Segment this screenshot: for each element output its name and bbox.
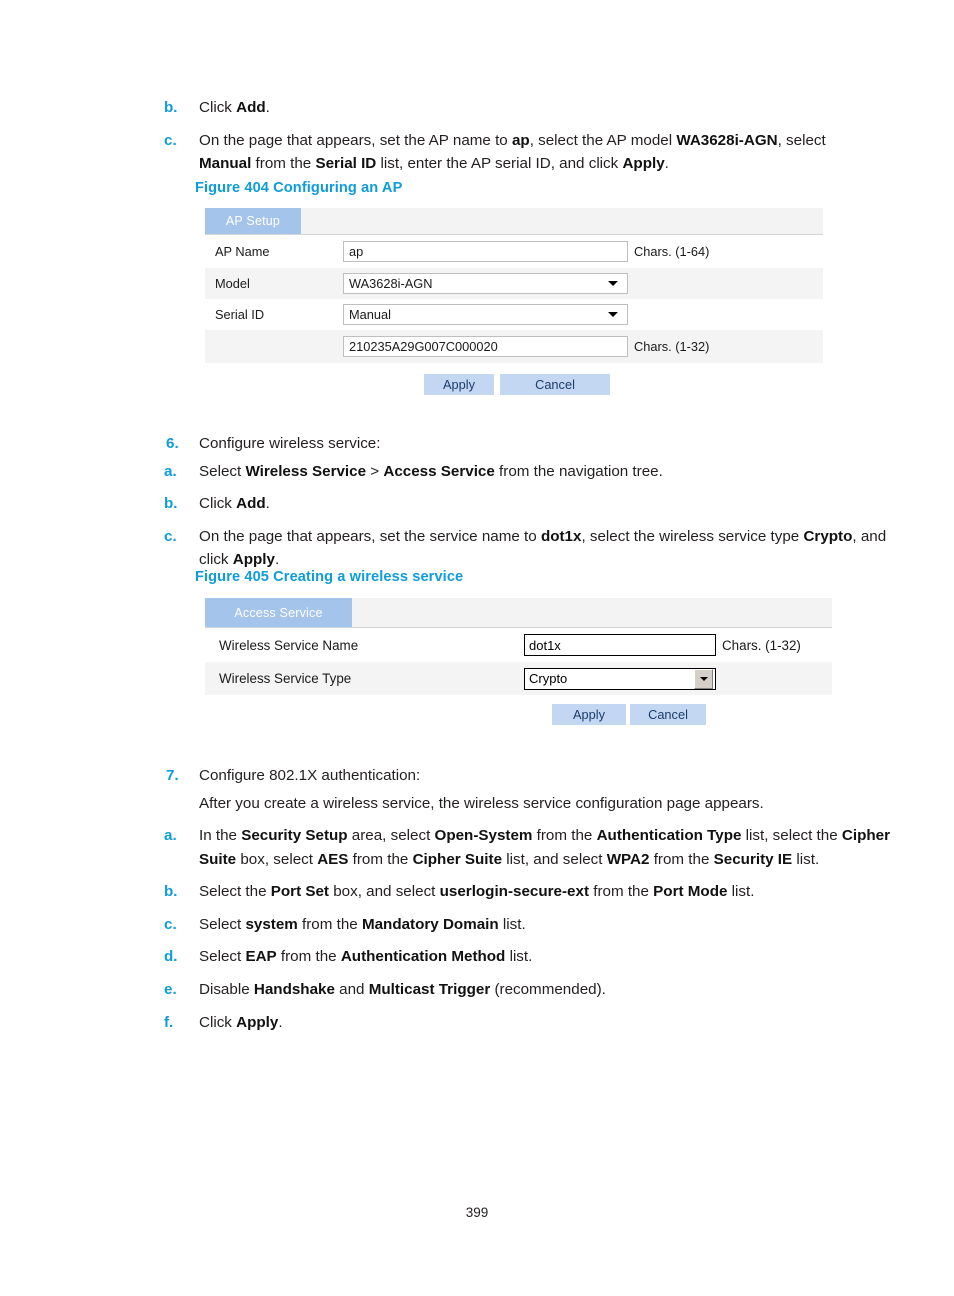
form-row-serial-id: Serial ID Manual (205, 299, 823, 330)
serial-id-select[interactable]: Manual (343, 304, 628, 325)
step-6-block: 6. Configure wireless service: a. Select… (152, 432, 892, 581)
list-text: Select system from the Mandatory Domain … (199, 915, 526, 933)
tab-ap-setup[interactable]: AP Setup (205, 208, 301, 234)
wireless-service-type-select[interactable]: Crypto (524, 667, 716, 690)
label-serial-id: Serial ID (215, 307, 265, 322)
form-row-ap-name: AP Name ap Chars. (1-64) (205, 235, 823, 268)
list-item: f. Click Apply. (152, 1011, 894, 1035)
list-text: On the page that appears, set the AP nam… (199, 131, 826, 173)
label-ap-name: AP Name (215, 244, 270, 259)
label-model: Model (215, 276, 250, 291)
list-item: c. On the page that appears, set the ser… (152, 525, 892, 572)
chevron-down-icon (608, 312, 618, 317)
figure-405-screenshot: Access Service Wireless Service Name dot… (205, 598, 832, 729)
apply-button[interactable]: Apply (424, 373, 494, 395)
figure-404-screenshot: AP Setup AP Name ap Chars. (1-64) Model … (205, 208, 823, 399)
list-text: Select the Port Set box, and select user… (199, 883, 755, 901)
dropdown-button[interactable] (694, 668, 713, 689)
tab-access-service[interactable]: Access Service (205, 598, 352, 627)
label-wireless-service-name: Wireless Service Name (219, 637, 359, 653)
list-text: Click Add. (199, 99, 270, 116)
list-marker: e. (164, 980, 177, 998)
model-select[interactable]: WA3628i-AGN (343, 273, 628, 294)
tabbar-filler (301, 208, 823, 234)
list-item: e. Disable Handshake and Multicast Trigg… (152, 978, 894, 1002)
step-7-intro: After you create a wireless service, the… (199, 794, 764, 812)
step-6: 6. Configure wireless service: (152, 432, 892, 456)
list-text: Disable Handshake and Multicast Trigger … (199, 980, 606, 998)
tabbar-filler (352, 598, 832, 627)
step-marker: 6. (166, 435, 179, 452)
serial-id-input[interactable]: 210235A29G007C000020 (343, 336, 628, 357)
figure-405-button-row: Apply Cancel (205, 695, 832, 729)
list-item: b. Click Add. (152, 492, 892, 516)
access-service-tabbar: Access Service (205, 598, 832, 628)
step-text: Configure 802.1X authentication: (199, 767, 421, 784)
lettered-list-a: b. Click Add. c. On the page that appear… (152, 96, 882, 176)
list-item: d. Select EAP from the Authentication Me… (152, 945, 894, 969)
form-row-wireless-service-type: Wireless Service Type Crypto (205, 662, 832, 695)
list-text: Select EAP from the Authentication Metho… (199, 948, 533, 966)
document-page: b. Click Add. c. On the page that appear… (0, 0, 954, 1296)
lettered-list-c: a. In the Security Setup area, select Op… (152, 824, 894, 1034)
lettered-list-b: a. Select Wireless Service > Access Serv… (152, 460, 892, 572)
list-marker: c. (164, 527, 177, 545)
list-marker: d. (164, 948, 178, 966)
model-select-value: WA3628i-AGN (349, 276, 433, 291)
list-marker: a. (164, 827, 177, 845)
figure-404-button-row: Apply Cancel (205, 363, 823, 399)
step-marker: 7. (166, 767, 179, 784)
wireless-service-name-input[interactable]: dot1x (524, 634, 716, 656)
ap-name-hint: Chars. (1-64) (634, 244, 710, 259)
figure-405-caption: Figure 405 Creating a wireless service (195, 569, 464, 585)
cancel-button[interactable]: Cancel (630, 703, 706, 725)
page-number: 399 (465, 1205, 489, 1220)
figure-404-caption: Figure 404 Configuring an AP (195, 180, 403, 196)
step-7: 7. Configure 802.1X authentication: (152, 764, 894, 788)
step-7-block: 7. Configure 802.1X authentication: Afte… (152, 764, 894, 1043)
ap-name-input[interactable]: ap (343, 241, 628, 262)
chevron-down-icon (699, 676, 708, 681)
step-text: Configure wireless service: (199, 435, 381, 452)
list-text: Click Add. (199, 495, 270, 513)
label-wireless-service-type: Wireless Service Type (219, 671, 352, 686)
wireless-service-type-value: Crypto (529, 671, 568, 686)
list-marker: c. (164, 131, 177, 149)
form-row-wireless-service-name: Wireless Service Name dot1x Chars. (1-32… (205, 628, 832, 662)
list-marker: b. (164, 99, 178, 116)
list-text: On the page that appears, set the servic… (199, 527, 887, 569)
list-item: a. In the Security Setup area, select Op… (152, 824, 894, 871)
list-marker: f. (164, 1013, 174, 1031)
list-item: b. Click Add. (152, 96, 882, 120)
serial-id-hint: Chars. (1-32) (634, 339, 710, 354)
step-5-continuation-block: b. Click Add. c. On the page that appear… (152, 96, 882, 185)
form-row-model: Model WA3628i-AGN (205, 268, 823, 299)
list-marker: a. (164, 462, 177, 480)
list-marker: b. (164, 495, 178, 513)
list-item: a. Select Wireless Service > Access Serv… (152, 460, 892, 484)
list-text: Click Apply. (199, 1013, 283, 1031)
list-item: c. Select system from the Mandatory Doma… (152, 913, 894, 937)
list-text: Select Wireless Service > Access Service… (199, 462, 663, 480)
list-item: b. Select the Port Set box, and select u… (152, 880, 894, 904)
apply-button[interactable]: Apply (552, 703, 626, 725)
serial-id-select-value: Manual (349, 307, 391, 322)
cancel-button[interactable]: Cancel (500, 373, 610, 395)
chevron-down-icon (608, 281, 618, 286)
form-row-serial-value: 210235A29G007C000020 Chars. (1-32) (205, 330, 823, 363)
ap-setup-tabbar: AP Setup (205, 208, 823, 235)
list-marker: c. (164, 915, 177, 933)
list-text: In the Security Setup area, select Open-… (199, 827, 890, 868)
list-marker: b. (164, 883, 178, 901)
list-item: c. On the page that appears, set the AP … (152, 129, 882, 176)
wireless-service-name-hint: Chars. (1-32) (722, 637, 801, 653)
